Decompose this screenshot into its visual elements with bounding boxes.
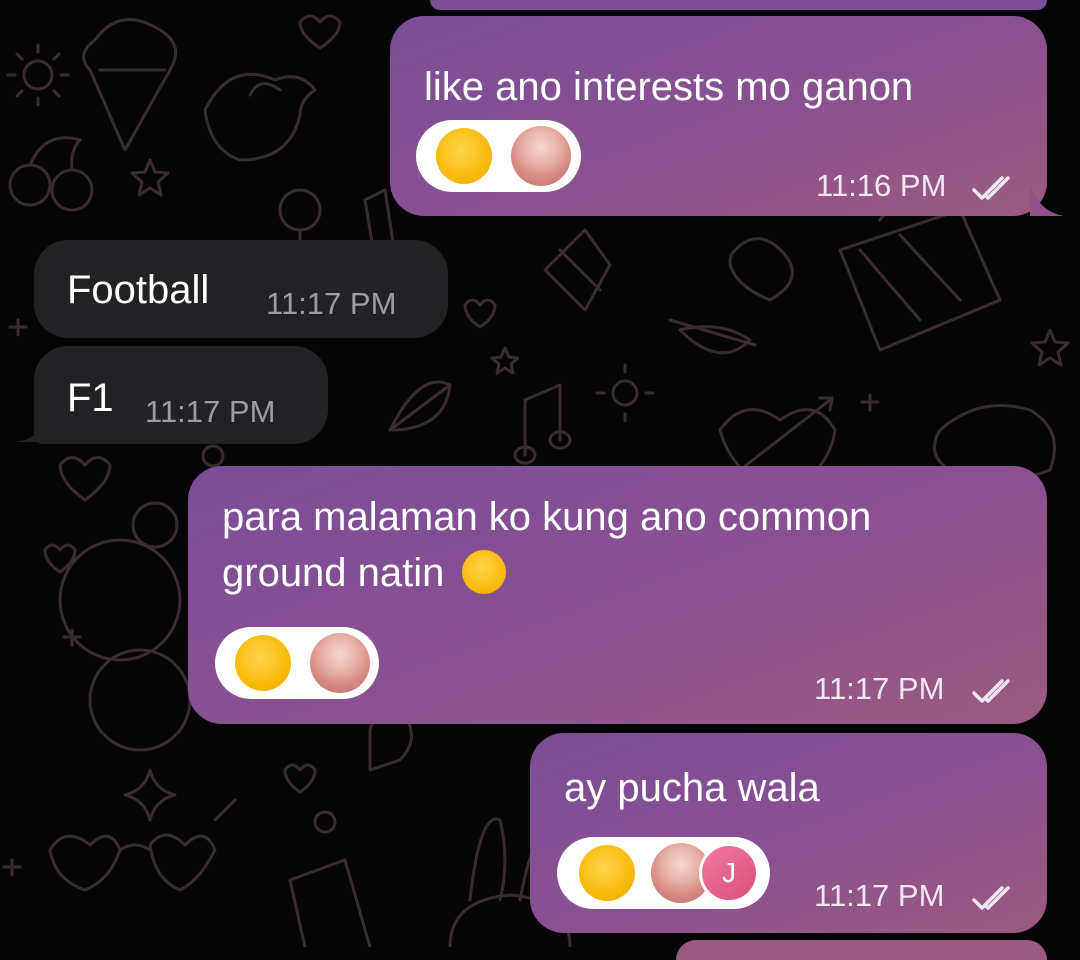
outgoing-message-bubble[interactable]: like ano interests mo ganon 11:16 PM <box>390 16 1047 216</box>
message-timestamp: 11:17 PM <box>266 286 397 321</box>
phone-doodle <box>288 858 372 947</box>
message-text: ground natin <box>222 546 506 600</box>
sparkle-doodle <box>8 318 28 337</box>
message-text-line: ground natin <box>222 551 445 595</box>
message-timestamp: 11:17 PM <box>814 671 945 706</box>
star-doodle <box>1030 328 1070 367</box>
message-text: Football <box>67 268 210 312</box>
heart-doodle <box>463 298 497 329</box>
rolling-on-floor-laughing-emoji-icon[interactable] <box>579 845 635 901</box>
incoming-message-bubble[interactable]: F1 11:17 PM <box>34 346 328 444</box>
diamond-doodle <box>543 228 612 312</box>
leaf-doodle <box>388 380 452 432</box>
heart-glasses-doodle <box>48 798 237 892</box>
message-timestamp: 11:17 PM <box>145 394 276 429</box>
sparkle-doodle <box>860 393 880 412</box>
sparkle-doodle <box>2 858 22 877</box>
star-doodle <box>490 346 520 375</box>
message-timestamp: 11:17 PM <box>814 878 945 913</box>
sun-doodle <box>595 363 655 423</box>
reaction-bar[interactable]: J <box>557 837 770 909</box>
pleading-face-emoji-icon <box>461 550 506 594</box>
bird-doodle <box>203 72 317 162</box>
ice-cream-doodle <box>82 18 178 152</box>
double-check-icon <box>972 886 1010 910</box>
user-initial-avatar[interactable]: J <box>699 843 759 903</box>
heart-doodle <box>298 14 342 50</box>
previous-message-bubble-edge <box>430 0 1047 10</box>
user-avatar-icon[interactable] <box>310 633 370 693</box>
double-check-icon <box>972 679 1010 703</box>
heart-doodle <box>283 763 317 794</box>
sparkle-doodle <box>123 768 177 822</box>
bubble-tail <box>16 414 52 442</box>
teddy-bear-doodle <box>58 501 192 752</box>
sun-doodle <box>6 43 70 107</box>
reaction-bar[interactable] <box>416 120 581 192</box>
double-check-icon <box>972 176 1010 200</box>
outgoing-message-bubble[interactable]: ay pucha wala J 11:17 PM <box>530 733 1047 933</box>
outgoing-message-bubble[interactable]: para malaman ko kung ano common ground n… <box>188 466 1047 724</box>
gift-box-doodle <box>838 202 1002 352</box>
rolling-on-floor-laughing-emoji-icon[interactable] <box>436 128 492 184</box>
star-doodle <box>130 158 170 197</box>
bubble-tail <box>1030 186 1064 216</box>
next-message-bubble-edge <box>676 940 1047 960</box>
message-text: like ano interests mo ganon <box>424 65 914 109</box>
feather-doodle <box>668 318 757 355</box>
message-text: ay pucha wala <box>564 766 820 810</box>
sun-doodle <box>313 810 337 834</box>
message-text: para malaman ko kung ano common <box>222 495 872 539</box>
cherries-doodle <box>8 136 94 212</box>
music-note-doodle <box>513 383 572 465</box>
sun-doodle <box>201 444 225 468</box>
user-avatar-icon[interactable] <box>511 126 571 186</box>
rolling-on-floor-laughing-emoji-icon[interactable] <box>235 635 291 691</box>
stitched-heart-doodle <box>728 237 794 302</box>
reaction-bar[interactable] <box>215 627 379 699</box>
message-timestamp: 11:16 PM <box>816 168 947 203</box>
incoming-message-bubble[interactable]: Football 11:17 PM <box>34 240 448 338</box>
heart-doodle <box>58 456 112 502</box>
message-text: F1 <box>67 376 114 420</box>
